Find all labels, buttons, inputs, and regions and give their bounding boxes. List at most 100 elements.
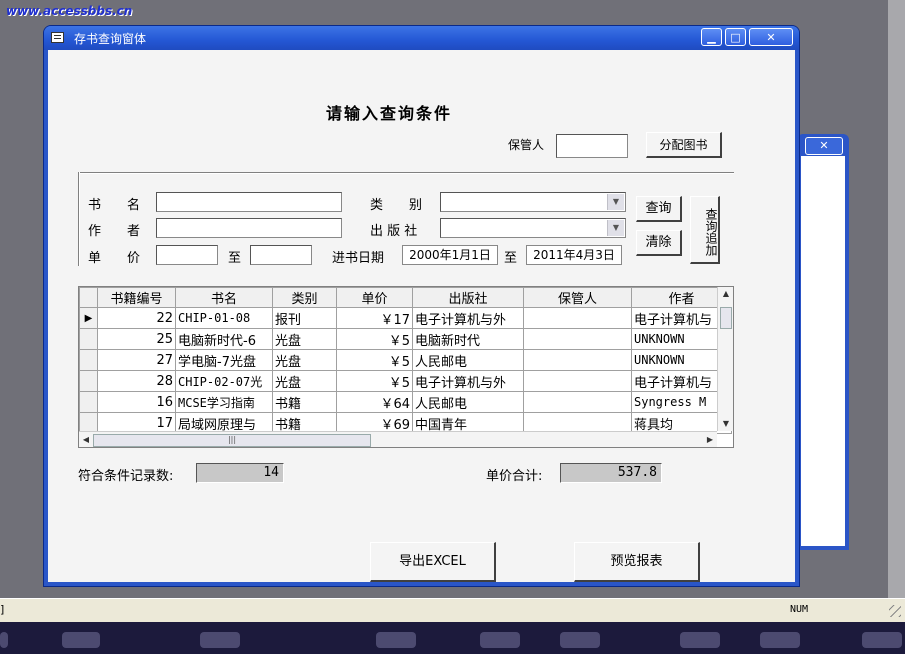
table-row[interactable]: 27 学电脑-7光盘 光盘 ￥5 人民邮电 UNKNOWN bbox=[79, 349, 732, 371]
table-row[interactable]: ▶ 22 CHIP-01-08 报刊 ￥17 电子计算机与外 电子计算机与 bbox=[79, 307, 732, 329]
scroll-right-icon[interactable]: ▶ bbox=[703, 432, 717, 447]
clear-button[interactable]: 清除 bbox=[636, 230, 682, 256]
taskbar-button[interactable] bbox=[480, 632, 520, 648]
window-title: 存书查询窗体 bbox=[74, 32, 147, 46]
chevron-down-icon[interactable]: ▼ bbox=[607, 220, 624, 236]
price-min-input[interactable] bbox=[156, 245, 218, 265]
scroll-down-icon[interactable]: ▼ bbox=[718, 417, 733, 431]
status-left-mark: ] bbox=[0, 603, 5, 616]
results-grid[interactable]: 书籍编号 书名 类别 单价 出版社 保管人 作者 ▶ 22 CHIP-01-08 bbox=[78, 286, 734, 448]
row-selector-header[interactable] bbox=[79, 287, 98, 308]
scroll-up-icon[interactable]: ▲ bbox=[718, 287, 733, 301]
title-bar[interactable]: 存书查询窗体 ▁ □ ✕ bbox=[44, 26, 799, 50]
cell-custodian[interactable] bbox=[523, 328, 632, 350]
cell-id[interactable]: 22 bbox=[97, 307, 176, 329]
taskbar-button[interactable] bbox=[376, 632, 416, 648]
cell-price[interactable]: ￥5 bbox=[336, 328, 413, 350]
taskbar-button[interactable] bbox=[200, 632, 240, 648]
custodian-input[interactable] bbox=[556, 134, 628, 158]
desktop-edge bbox=[888, 0, 905, 600]
cell-custodian[interactable] bbox=[523, 391, 632, 413]
cell-publisher[interactable]: 人民邮电 bbox=[412, 349, 524, 371]
cell-name[interactable]: 电脑新时代-6 bbox=[175, 328, 273, 350]
record-selector[interactable] bbox=[79, 349, 98, 371]
vertical-scroll-thumb[interactable] bbox=[720, 307, 732, 329]
column-header[interactable]: 书籍编号 bbox=[97, 287, 176, 308]
column-header[interactable]: 出版社 bbox=[412, 287, 524, 308]
cell-publisher[interactable]: 电子计算机与外 bbox=[412, 370, 524, 392]
record-count-value: 14 bbox=[196, 463, 284, 483]
column-header[interactable]: 单价 bbox=[336, 287, 413, 308]
price-max-input[interactable] bbox=[250, 245, 312, 265]
cell-price[interactable]: ￥64 bbox=[336, 391, 413, 413]
cell-publisher[interactable]: 电脑新时代 bbox=[412, 328, 524, 350]
taskbar-button[interactable] bbox=[862, 632, 902, 648]
scroll-left-icon[interactable]: ◀ bbox=[79, 432, 93, 447]
cell-custodian[interactable] bbox=[523, 307, 632, 329]
query-button[interactable]: 查询 bbox=[636, 196, 682, 222]
cell-publisher[interactable]: 电子计算机与外 bbox=[412, 307, 524, 329]
taskbar bbox=[0, 622, 905, 654]
custodian-label: 保管人 bbox=[508, 138, 545, 152]
cell-id[interactable]: 16 bbox=[97, 391, 176, 413]
book-name-input[interactable] bbox=[156, 192, 342, 212]
date-to-label: 至 bbox=[504, 251, 518, 266]
watermark: www.accessbbs.cn bbox=[6, 4, 133, 18]
cell-name[interactable]: 学电脑-7光盘 bbox=[175, 349, 273, 371]
cell-price[interactable]: ￥5 bbox=[336, 370, 413, 392]
background-window[interactable]: ✕ bbox=[797, 134, 849, 550]
bg-window-close-button[interactable]: ✕ bbox=[805, 137, 843, 155]
preview-report-button[interactable]: 预览报表 bbox=[574, 542, 700, 582]
record-selector[interactable] bbox=[79, 370, 98, 392]
vertical-scrollbar[interactable]: ▲ ▼ bbox=[717, 287, 733, 431]
minimize-button[interactable]: ▁ bbox=[701, 28, 722, 46]
cell-custodian[interactable] bbox=[523, 349, 632, 371]
cell-id[interactable]: 28 bbox=[97, 370, 176, 392]
horizontal-scrollbar[interactable]: ◀ ||| ▶ bbox=[79, 431, 717, 447]
cell-id[interactable]: 27 bbox=[97, 349, 176, 371]
cell-name[interactable]: CHIP-01-08 bbox=[175, 307, 273, 329]
num-lock-indicator: NUM bbox=[790, 604, 809, 615]
cell-category[interactable]: 光盘 bbox=[272, 349, 337, 371]
maximize-button[interactable]: □ bbox=[725, 28, 746, 46]
category-label: 类 别 bbox=[370, 198, 423, 213]
cell-custodian[interactable] bbox=[523, 370, 632, 392]
horizontal-scroll-thumb[interactable]: ||| bbox=[93, 434, 371, 447]
table-row[interactable]: 28 CHIP-02-07光 光盘 ￥5 电子计算机与外 电子计算机与 bbox=[79, 370, 732, 392]
cell-id[interactable]: 25 bbox=[97, 328, 176, 350]
cell-category[interactable]: 报刊 bbox=[272, 307, 337, 329]
author-input[interactable] bbox=[156, 218, 342, 238]
cell-price[interactable]: ￥5 bbox=[336, 349, 413, 371]
cell-name[interactable]: CHIP-02-07光 bbox=[175, 370, 273, 392]
taskbar-button[interactable] bbox=[62, 632, 100, 648]
table-row[interactable]: 25 电脑新时代-6 光盘 ￥5 电脑新时代 UNKNOWN bbox=[79, 328, 732, 350]
cell-price[interactable]: ￥17 bbox=[336, 307, 413, 329]
record-selector[interactable] bbox=[79, 391, 98, 413]
cell-publisher[interactable]: 人民邮电 bbox=[412, 391, 524, 413]
publisher-select[interactable]: ▼ bbox=[440, 218, 626, 238]
assign-books-button[interactable]: 分配图书 bbox=[646, 132, 722, 158]
record-selector[interactable] bbox=[79, 328, 98, 350]
cell-category[interactable]: 书籍 bbox=[272, 391, 337, 413]
close-button[interactable]: ✕ bbox=[749, 28, 793, 46]
export-excel-button[interactable]: 导出EXCEL bbox=[370, 542, 496, 582]
cell-name[interactable]: MCSE学习指南 bbox=[175, 391, 273, 413]
taskbar-button[interactable] bbox=[680, 632, 720, 648]
criteria-group-border bbox=[78, 172, 734, 173]
taskbar-button[interactable] bbox=[0, 632, 8, 648]
date-to-input[interactable]: 2011年4月3日 bbox=[526, 245, 622, 265]
category-select[interactable]: ▼ bbox=[440, 192, 626, 212]
record-selector[interactable]: ▶ bbox=[79, 307, 98, 329]
query-append-button[interactable]: 查询追加 bbox=[690, 196, 720, 264]
column-header[interactable]: 类别 bbox=[272, 287, 337, 308]
taskbar-button[interactable] bbox=[760, 632, 800, 648]
cell-category[interactable]: 光盘 bbox=[272, 328, 337, 350]
chevron-down-icon[interactable]: ▼ bbox=[607, 194, 624, 210]
table-row[interactable]: 16 MCSE学习指南 书籍 ￥64 人民邮电 Syngress M bbox=[79, 391, 732, 413]
taskbar-button[interactable] bbox=[560, 632, 600, 648]
cell-category[interactable]: 光盘 bbox=[272, 370, 337, 392]
column-header[interactable]: 保管人 bbox=[523, 287, 632, 308]
column-header[interactable]: 书名 bbox=[175, 287, 273, 308]
date-from-input[interactable]: 2000年1月1日 bbox=[402, 245, 498, 265]
resize-grip-icon[interactable] bbox=[889, 605, 901, 617]
